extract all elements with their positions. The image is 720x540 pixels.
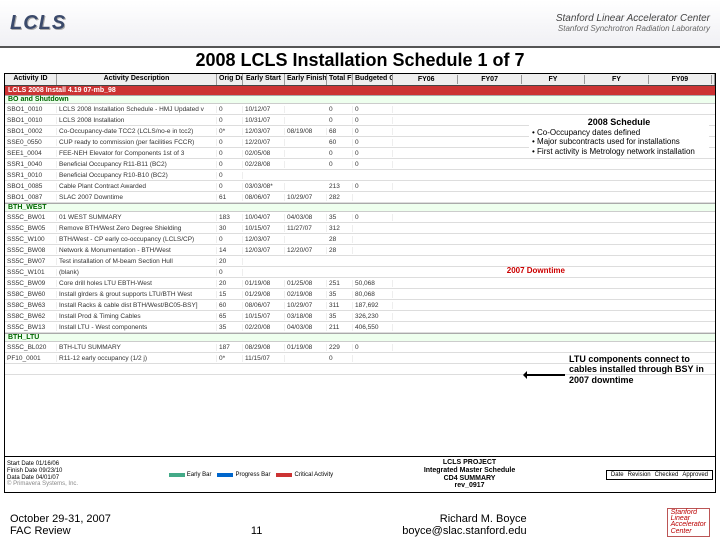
table-row: SBO1_0085Cable Plant Contract Awarded003… xyxy=(5,181,715,192)
table-row: SS5C_W101(blank)0Co-Occ-date BTH-west xyxy=(5,267,715,278)
slac-sublogo: Stanford Linear Accelerator Center xyxy=(667,508,710,537)
table-row: SSR1_0040Beneficial Occupancy R11-B11 (B… xyxy=(5,159,715,170)
table-row: SS5C_BW0101 WEST SUMMARY18310/04/0704/03… xyxy=(5,212,715,223)
sheet-footer: Start Date 01/16/06 Finish Date 09/23/10… xyxy=(5,456,715,492)
table-row: SSR1_0010Beneficial Occupancy R10-B10 (B… xyxy=(5,170,715,181)
note-heading: 2008 Schedule xyxy=(530,117,708,128)
group-BTH_WEST: BTH_WEST xyxy=(5,203,715,212)
project-title-box: LCLS PROJECT Integrated Master Schedule … xyxy=(424,459,515,490)
slide-title: 2008 LCLS Installation Schedule 1 of 7 xyxy=(0,50,720,71)
table-row: SS5C_BW05Remove BTH/West Zero Degree Shi… xyxy=(5,223,715,234)
footer-email: boyce@slac.stanford.edu xyxy=(402,525,526,537)
table-row: SS5C_BL020BTH-LTU SUMMARY18708/29/0801/1… xyxy=(5,342,715,353)
table-row: SS5C_W100BTH/West - CP early co-occupanc… xyxy=(5,234,715,245)
annotation-arrow xyxy=(525,374,565,376)
table-row: SBO1_0087SLAC 2007 Downtime6108/06/0710/… xyxy=(5,192,715,203)
table-row: SS5C_BW09Core drill holes LTU EBTH-West2… xyxy=(5,278,715,289)
ltu-annotation: LTU components connect to cables install… xyxy=(569,354,709,385)
slide-header: LCLS Stanford Linear Accelerator Center … xyxy=(0,0,720,48)
schedule-sheet: Activity ID Activity Description Orig Du… xyxy=(4,73,716,493)
note-bullet: Co-Occupancy dates defined xyxy=(532,128,708,138)
table-row: SS5C_BW08Network & Monumentation - BTH/W… xyxy=(5,245,715,256)
group-BTH_LTU: BTH_LTU xyxy=(5,333,715,342)
table-row: SS8C_BW62Install Prod & Timing Cables651… xyxy=(5,311,715,322)
footer-date: October 29-31, 2007 xyxy=(10,513,111,525)
sublab-name: Stanford Synchrotron Radiation Laborator… xyxy=(556,24,710,33)
page-number: 11 xyxy=(251,525,262,537)
table-row: SS8C_BW60Install glrders & grout support… xyxy=(5,289,715,300)
table-row: SBO1_0010LCLS 2008 Installation Schedule… xyxy=(5,104,715,115)
note-bullet: First activity is Metrology network inst… xyxy=(532,147,708,157)
lab-name: Stanford Linear Accelerator Center xyxy=(556,13,710,24)
plan-band: LCLS 2008 Install 4.19 07-mb_98 xyxy=(5,86,715,95)
approval-box: DateRevisionCheckedApproved xyxy=(606,470,713,480)
downtime-label: 2007 Downtime xyxy=(507,266,565,275)
table-header: Activity ID Activity Description Orig Du… xyxy=(5,74,715,86)
group-BO and Shutdown: BO and Shutdown xyxy=(5,95,715,104)
table-row: SS5C_BW07Test installation of M-beam Sec… xyxy=(5,256,715,267)
gantt-legend: Early BarProgress BarCritical Activity xyxy=(169,472,333,478)
table-row: SS5C_BW13Install LTU - West components35… xyxy=(5,322,715,333)
note-bullet: Major subcontracts used for installation… xyxy=(532,137,708,147)
footer-author: Richard M. Boyce xyxy=(402,513,526,525)
slide-footer: October 29-31, 2007 FAC Review 11 Richar… xyxy=(0,508,720,537)
footer-review: FAC Review xyxy=(10,525,111,537)
lcls-logo: LCLS xyxy=(10,12,66,35)
table-row: SS8C_BW63Install Racks & cable dist BTH/… xyxy=(5,300,715,311)
schedule-note: 2008 Schedule Co-Occupancy dates defined… xyxy=(529,116,709,158)
